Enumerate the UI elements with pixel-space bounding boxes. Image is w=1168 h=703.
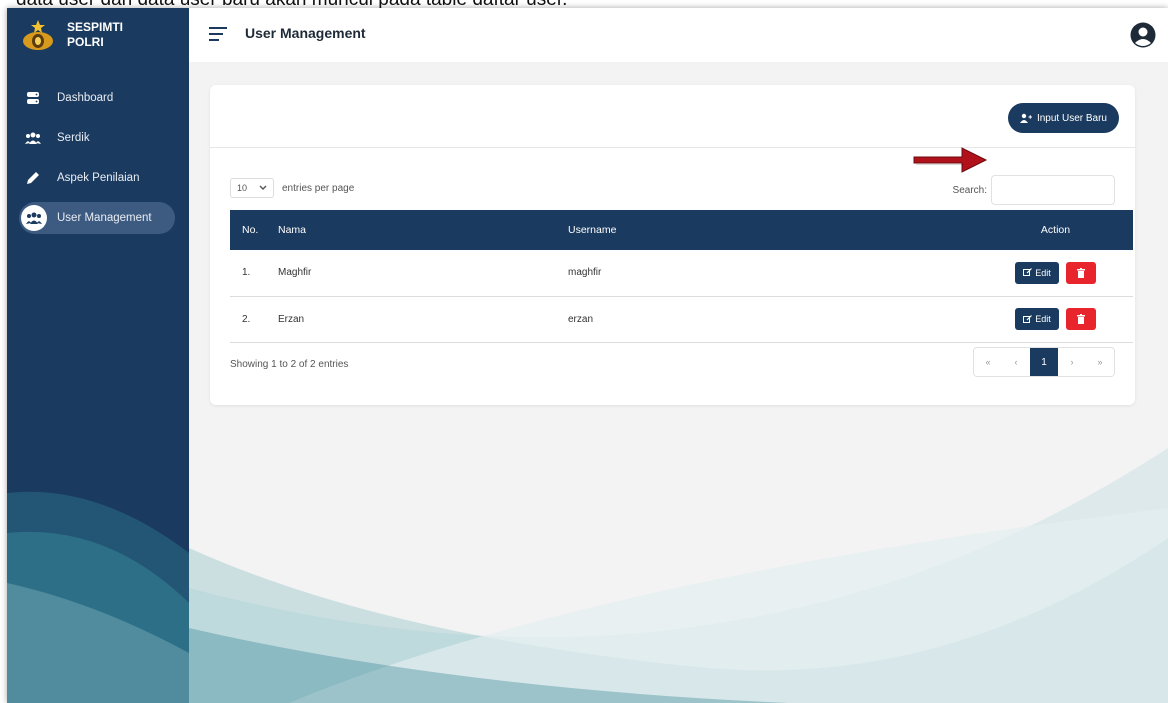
chevron-down-icon [259, 185, 267, 190]
card-header: Input User Baru [210, 85, 1135, 148]
page-1-button[interactable]: 1 [1030, 348, 1058, 376]
cell-no: 1. [242, 267, 251, 279]
edit-icon [1023, 314, 1033, 324]
sidebar-item-aspek-penilaian[interactable]: Aspek Penilaian [19, 162, 175, 194]
app-window: SESPIMTI POLRI Dashboard Serdik Aspek Pe… [7, 8, 1168, 703]
cell-no: 2. [242, 313, 251, 325]
page-title: User Management [245, 25, 366, 41]
brand: SESPIMTI POLRI [21, 18, 123, 52]
column-header-username[interactable]: Username [568, 210, 978, 250]
menu-toggle-icon[interactable] [209, 27, 227, 41]
edit-button[interactable]: Edit [1015, 308, 1059, 330]
sidebar-item-label: User Management [57, 212, 152, 224]
database-icon [25, 90, 41, 106]
trash-icon [1076, 267, 1085, 278]
users-icon [25, 130, 41, 146]
sidebar-item-serdik[interactable]: Serdik [19, 122, 175, 154]
cell-action: Edit [978, 296, 1133, 342]
edit-label: Edit [1035, 267, 1051, 278]
sidebar-item-user-management[interactable]: User Management [19, 202, 175, 234]
sidebar: SESPIMTI POLRI Dashboard Serdik Aspek Pe… [7, 8, 189, 703]
input-user-baru-label: Input User Baru [1036, 112, 1107, 124]
edit-button[interactable]: Edit [1015, 261, 1059, 284]
user-circle-icon[interactable] [1130, 22, 1156, 48]
pagination: « ‹ 1 › » [973, 347, 1115, 377]
delete-button[interactable] [1065, 261, 1096, 284]
first-page-button[interactable]: « [974, 348, 1002, 376]
entries-per-page: 10 entries per page [230, 178, 354, 198]
sidebar-item-label: Aspek Penilaian [57, 172, 140, 184]
brand-line1: SESPIMTI [67, 20, 124, 34]
entries-select[interactable]: 10 [230, 178, 274, 198]
previous-page-button[interactable]: ‹ [1002, 348, 1030, 376]
column-header-nama[interactable]: Nama [278, 210, 568, 250]
caption-strip: data user dan data user baru akan muncul… [0, 0, 1168, 8]
delete-button[interactable] [1065, 308, 1096, 330]
sidebar-item-label: Serdik [57, 132, 90, 144]
edit-label: Edit [1035, 314, 1051, 324]
user-plus-icon [1019, 113, 1032, 123]
entries-suffix: entries per page [282, 182, 355, 194]
background-wave-decoration [189, 448, 1168, 703]
trash-icon [1076, 314, 1085, 324]
last-page-button[interactable]: » [1086, 348, 1114, 376]
annotation-arrow-icon [913, 147, 988, 173]
brand-line2: POLRI [67, 35, 104, 49]
next-page-button[interactable]: › [1058, 348, 1086, 376]
user-table-card: Input User Baru 10 entries per page Sear… [210, 85, 1135, 405]
cell-nama: Maghfir [278, 267, 312, 279]
entries-value: 10 [237, 183, 248, 193]
users-group-icon [21, 205, 47, 231]
showing-entries-text: Showing 1 to 2 of 2 entries [230, 359, 349, 370]
edit-icon [1023, 268, 1033, 277]
search-label: Search: [952, 184, 987, 196]
column-header-action: Action [1040, 224, 1071, 236]
polri-logo-icon [21, 18, 55, 52]
table-row: 2. Erzan erzan Edit [230, 296, 1133, 342]
brand-name: SESPIMTI POLRI [67, 20, 123, 50]
cell-username: maghfir [568, 267, 602, 279]
sidebar-item-label: Dashboard [57, 92, 114, 104]
table-header-row: No. Nama Username Action [230, 210, 1133, 250]
table-row: 1. Maghfir maghfir Edit [230, 250, 1133, 296]
cell-username: erzan [568, 313, 594, 325]
search-input[interactable] [991, 175, 1115, 205]
top-bar: User Management [189, 8, 1168, 62]
cell-nama: Erzan [278, 313, 305, 325]
sidebar-item-dashboard[interactable]: Dashboard [19, 82, 175, 114]
column-header-no[interactable]: No. [230, 210, 278, 250]
user-table: No. Nama Username Action 1. Maghfir magh… [230, 210, 1133, 343]
sidebar-nav: Dashboard Serdik Aspek Penilaian User Ma… [19, 82, 175, 242]
input-user-baru-button[interactable]: Input User Baru [1007, 103, 1119, 133]
pen-icon [25, 170, 41, 186]
caption-text: data user dan data user baru akan muncul… [16, 0, 567, 8]
sidebar-wave-decoration [7, 491, 189, 703]
cell-action: Edit [978, 250, 1133, 296]
search-area: Search: [953, 175, 1115, 205]
